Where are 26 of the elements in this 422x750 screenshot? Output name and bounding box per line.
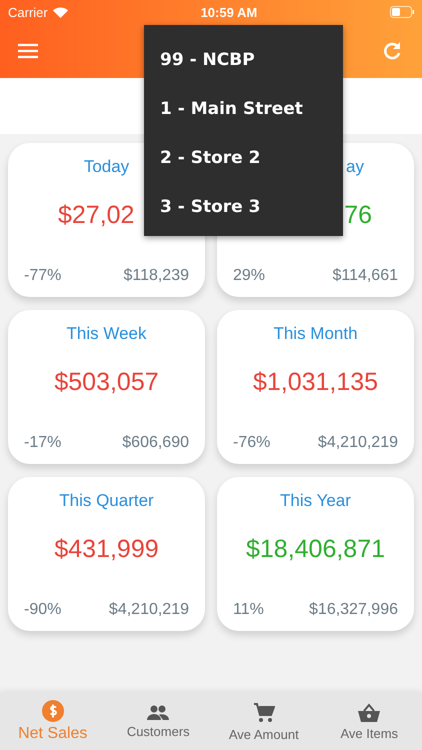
status-time: 10:59 AM xyxy=(200,4,258,20)
sales-amount: $503,057 xyxy=(54,368,159,397)
previous-amount: $16,327,996 xyxy=(309,601,398,619)
card-title: This Month xyxy=(273,324,358,344)
sales-amount: $1,031,135 xyxy=(252,368,378,397)
change-percent: 11% xyxy=(233,601,264,619)
card-title: This Year xyxy=(280,491,351,511)
card-title: This Quarter xyxy=(59,491,154,511)
sales-amount: $431,999 xyxy=(54,535,159,564)
change-percent: 29% xyxy=(233,267,266,285)
change-percent: -17% xyxy=(24,434,62,452)
carrier-label: Carrier xyxy=(8,4,48,20)
change-percent: -76% xyxy=(233,434,270,452)
change-percent: -90% xyxy=(24,601,62,619)
change-percent: -77% xyxy=(24,267,62,285)
sales-amount: $27,02 xyxy=(58,201,134,230)
card-title: Today xyxy=(84,157,130,177)
card-title: ay xyxy=(346,157,364,177)
card-title: This Week xyxy=(66,324,146,344)
previous-amount: $606,690 xyxy=(122,434,189,452)
sales-amount: $18,406,871 xyxy=(246,535,386,564)
previous-amount: $118,239 xyxy=(123,267,189,285)
previous-amount: $4,210,219 xyxy=(318,434,398,452)
sales-amount: 76 xyxy=(344,201,372,230)
previous-amount: $4,210,219 xyxy=(108,601,189,619)
previous-amount: $114,661 xyxy=(332,267,398,285)
